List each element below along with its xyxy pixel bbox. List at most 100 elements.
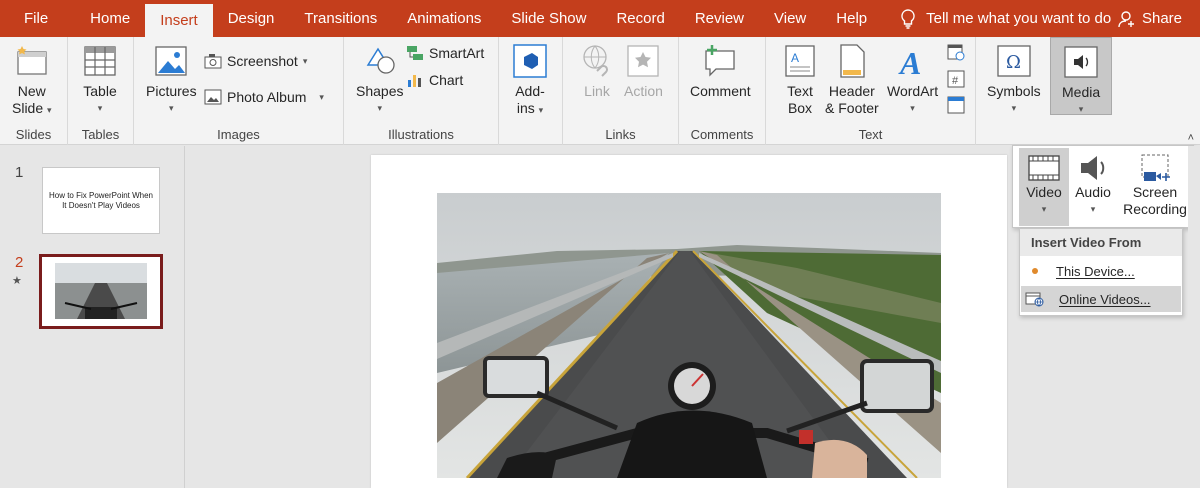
tab-file[interactable]: File [0, 0, 75, 37]
symbols-button[interactable]: Ω Symbols ▾ [987, 43, 1041, 117]
media-button[interactable]: Media ▾ [1062, 44, 1100, 118]
wordart-button[interactable]: A WordArt ▾ [887, 43, 938, 117]
tell-me-search[interactable]: Tell me what you want to do [900, 0, 1111, 37]
slide-number-2: 2 [15, 254, 24, 271]
this-device-menu-item[interactable]: This Device... [1021, 258, 1181, 284]
pictures-icon [155, 46, 187, 76]
slide-thumbnail-1[interactable]: How to Fix PowerPoint When It Doesn't Pl… [42, 167, 160, 234]
ribbon-insert: New Slide ▾ Slides Table ▾ Tables Pictur… [0, 37, 1200, 145]
table-label: Table [83, 83, 117, 99]
symbols-label: Symbols [987, 83, 1041, 99]
new-slide-icon [17, 46, 47, 75]
text-box-icon: A [785, 45, 815, 77]
this-device-dot-icon [1032, 268, 1038, 274]
addins-icon [513, 44, 547, 78]
speaker-icon [1064, 46, 1098, 78]
addins-button[interactable]: Add- ins ▾ [512, 43, 548, 119]
photo-album-icon [204, 89, 222, 105]
screenshot-button[interactable]: Screenshot ▾ [204, 53, 307, 69]
table-button[interactable]: Table ▾ [82, 43, 118, 117]
action-icon [627, 45, 660, 77]
ribbon-collapse-caret[interactable]: ˄ [1188, 132, 1194, 144]
screen-label: Screen [1132, 184, 1178, 200]
svg-text:Ω: Ω [1006, 52, 1021, 73]
shapes-label: Shapes [356, 83, 404, 99]
header-footer-button[interactable]: Header & Footer [825, 43, 879, 117]
tab-insert[interactable]: Insert [145, 4, 213, 37]
group-addins: Add- ins ▾ [499, 37, 563, 145]
chart-label: Chart [429, 72, 464, 88]
tab-review[interactable]: Review [680, 0, 759, 37]
svg-text:A: A [898, 45, 921, 79]
svg-text:A: A [791, 51, 799, 65]
comment-label: Comment [690, 83, 751, 99]
slide-thumbnails-pane: 1 How to Fix PowerPoint When It Doesn't … [0, 146, 185, 488]
wordart-icon: A [898, 45, 921, 79]
group-tables: Table ▾ Tables [68, 37, 134, 145]
audio-button[interactable]: Audio ▾ [1069, 148, 1117, 226]
this-device-label: This Device... [1056, 263, 1135, 279]
share-label: Share [1141, 10, 1182, 27]
vertical-scrollbar[interactable] [1188, 146, 1200, 488]
video-button[interactable]: Video ▾ [1019, 148, 1069, 226]
photo-album-label: Photo Album [227, 89, 307, 105]
new-slide-button[interactable]: New Slide ▾ [12, 43, 52, 119]
slide-number-icon[interactable]: # [946, 69, 966, 89]
tab-home[interactable]: Home [75, 0, 145, 37]
screen-recording-icon [1141, 154, 1170, 181]
tab-design[interactable]: Design [213, 0, 290, 37]
slide-canvas[interactable] [371, 155, 1007, 488]
tab-transitions[interactable]: Transitions [289, 0, 392, 37]
group-text-label: Text [858, 127, 883, 142]
screen-recording-button[interactable]: Screen Recording [1117, 148, 1193, 226]
group-links-label: Links [605, 127, 636, 142]
tab-animations[interactable]: Animations [392, 0, 496, 37]
motorcycle-road-image [437, 193, 941, 478]
speaker-icon [1081, 156, 1105, 180]
link-label: Link [584, 83, 610, 99]
object-icon[interactable] [946, 95, 966, 115]
online-videos-menu-item[interactable]: Online Videos... [1021, 286, 1181, 312]
media-dropdown: Video ▾ Audio ▾ Screen Recording [1012, 145, 1194, 228]
motorcycle-road-photo[interactable] [437, 193, 941, 478]
date-time-icon[interactable] [946, 42, 966, 62]
wordart-label: WordArt [887, 83, 939, 99]
screenshot-label: Screenshot [227, 53, 298, 69]
group-slides-label: Slides [15, 127, 52, 142]
online-video-icon [1025, 292, 1044, 307]
slide-thumbnail-2[interactable] [39, 254, 163, 329]
action-button[interactable]: Action [624, 43, 663, 100]
text-box-button[interactable]: A Text Box [782, 43, 818, 117]
online-videos-label: Online Videos... [1059, 291, 1151, 307]
share-button[interactable]: Share [1118, 0, 1182, 37]
tab-slide-show[interactable]: Slide Show [496, 0, 601, 37]
addins-label2: ins [516, 100, 535, 116]
link-button[interactable]: Link [579, 43, 615, 100]
media-label: Media [1062, 84, 1101, 100]
header-footer-icon [840, 44, 865, 78]
group-comments-label: Comments [690, 127, 754, 142]
tab-view[interactable]: View [759, 0, 821, 37]
tab-help[interactable]: Help [821, 0, 882, 37]
group-images: Pictures ▾ Screenshot ▾ Photo Album ▾ Im… [134, 37, 344, 145]
svg-text:#: # [952, 75, 959, 87]
tab-record[interactable]: Record [601, 0, 679, 37]
text-box-label2: Box [787, 100, 813, 116]
new-slide-label2: Slide [12, 100, 44, 116]
smartart-label: SmartArt [429, 45, 485, 61]
pictures-button[interactable]: Pictures ▾ [146, 43, 197, 117]
group-text: A Text Box Header & Footer A WordArt ▾ #… [766, 37, 976, 145]
pictures-label: Pictures [146, 83, 197, 99]
person-icon [1118, 10, 1134, 27]
lightbulb-icon [901, 8, 915, 29]
smartart-button[interactable]: SmartArt [406, 45, 484, 61]
shapes-button[interactable]: Shapes ▾ [356, 43, 403, 117]
comment-icon [705, 45, 735, 77]
chart-button[interactable]: Chart [406, 72, 463, 88]
action-label: Action [624, 83, 663, 99]
addins-label: Add- [515, 83, 545, 99]
ribbon-tab-bar: File Home Insert Design Transitions Anim… [0, 0, 1200, 37]
comment-button[interactable]: Comment [690, 43, 751, 100]
slide-thumbnail-2-image [55, 263, 147, 319]
photo-album-button[interactable]: Photo Album ▾ [204, 89, 324, 105]
